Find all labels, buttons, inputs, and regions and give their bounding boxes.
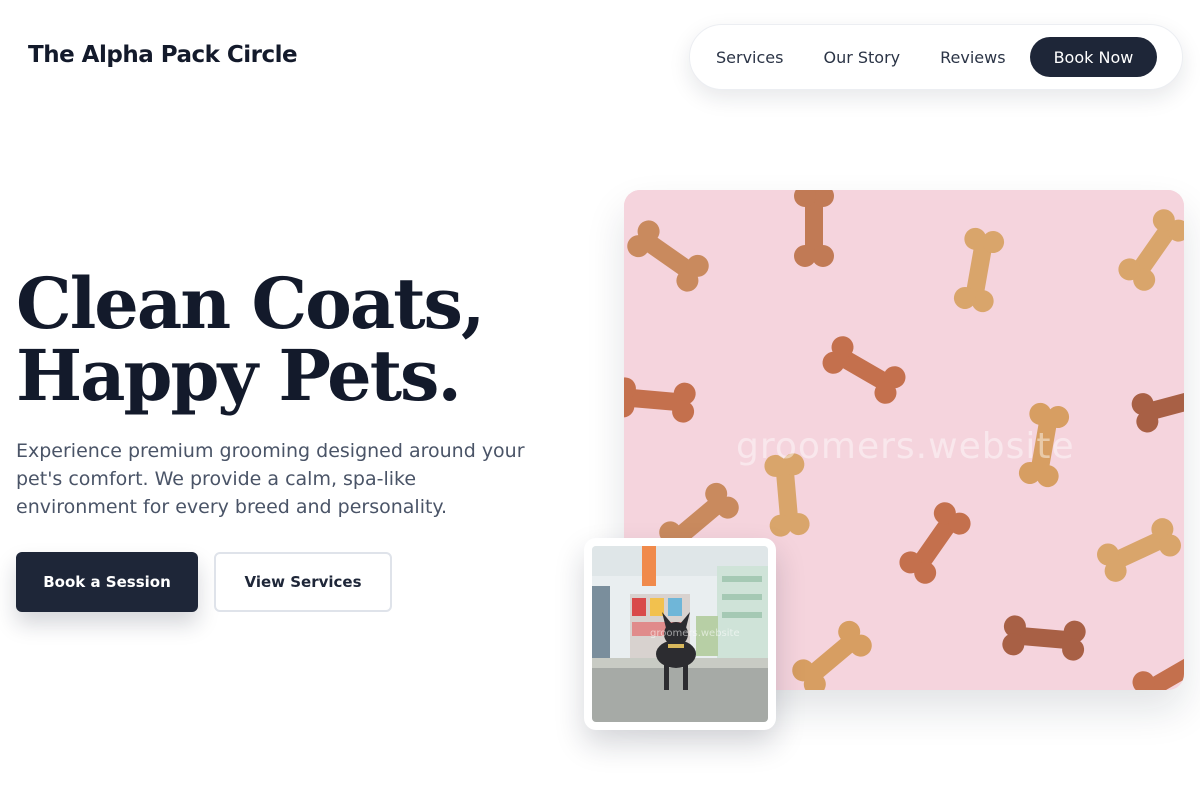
main-nav: Services Our Story Reviews Book Now: [689, 24, 1183, 90]
hero-title-line-2: Happy Pets.: [16, 334, 462, 417]
small-image-watermark: groomers.website: [650, 628, 740, 639]
nav-link-services[interactable]: Services: [716, 48, 783, 67]
dog-store-photo-card: groomers.website: [584, 538, 776, 730]
view-services-button[interactable]: View Services: [214, 552, 392, 612]
page: The Alpha Pack Circle Services Our Story…: [0, 0, 1200, 800]
nav-link-our-story[interactable]: Our Story: [823, 48, 900, 67]
book-session-button[interactable]: Book a Session: [16, 552, 198, 612]
hero-subtitle: Experience premium grooming designed aro…: [16, 440, 525, 518]
hero-title-line-1: Clean Coats,: [16, 262, 485, 345]
image-watermark: groomers.website: [736, 426, 1075, 467]
book-now-button[interactable]: Book Now: [1029, 37, 1158, 77]
hero-title: Clean Coats, Happy Pets.: [16, 268, 556, 412]
dog-store-photo: groomers.website: [592, 546, 768, 722]
nav-link-reviews[interactable]: Reviews: [940, 48, 1005, 67]
brand-logo[interactable]: The Alpha Pack Circle: [28, 42, 298, 68]
